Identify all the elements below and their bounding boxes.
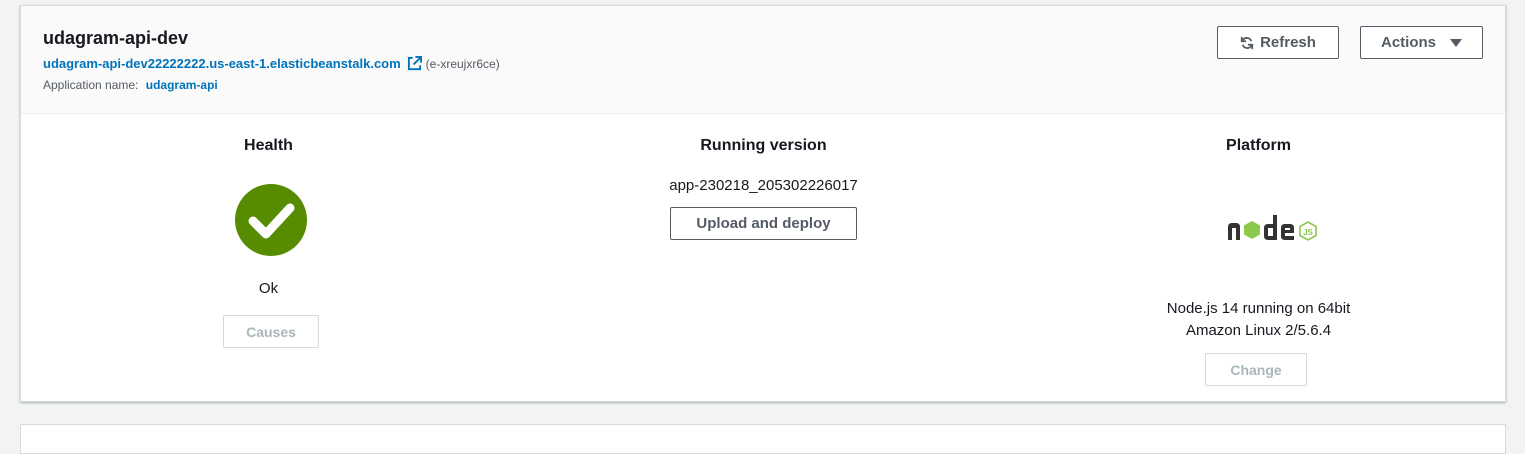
environment-url-row: udagram-api-dev22222222.us-east-1.elasti… [43,56,500,71]
actions-label: Actions [1380,34,1436,51]
application-label: Application name: [43,78,139,92]
actions-dropdown-button[interactable]: Actions [1360,26,1483,59]
environment-url-link[interactable]: udagram-api-dev22222222.us-east-1.elasti… [43,56,401,71]
application-row: Application name: udagram-api [43,78,218,92]
environment-id: (e-xreujxr6ce) [425,56,500,71]
environment-header: udagram-api-dev udagram-api-dev22222222.… [21,6,1505,114]
upload-and-deploy-button[interactable]: Upload and deploy [670,207,857,240]
health-status: Ok [258,280,279,297]
running-version-title: Running version [700,137,827,154]
running-version-section: Running version app-230218_205302226017 … [516,114,1011,402]
svg-text:JS: JS [1303,228,1313,237]
refresh-icon [1240,36,1254,50]
platform-section: Platform JS Node.js 14 running on 64bit … [1011,114,1506,402]
check-circle-icon [235,184,307,256]
platform-line-1: Node.js 14 running on 64bit [1166,300,1351,317]
health-section: Health Ok Causes [21,114,516,402]
running-version-label: app-230218_205302226017 [669,177,858,194]
change-platform-button[interactable]: Change [1205,353,1307,386]
refresh-label: Refresh [1260,34,1316,51]
causes-button[interactable]: Causes [223,315,319,348]
refresh-button[interactable]: Refresh [1217,26,1339,59]
application-name-link[interactable]: udagram-api [146,78,218,92]
health-title: Health [244,137,293,154]
platform-description: Node.js 14 running on 64bit Amazon Linux… [1011,298,1506,342]
lower-panel [20,424,1506,454]
environment-title: udagram-api-dev [43,28,189,48]
external-link-icon[interactable] [407,56,422,71]
caret-down-icon [1450,38,1462,47]
platform-line-2: Amazon Linux 2/5.6.4 [1185,322,1332,339]
environment-overview-panel: udagram-api-dev udagram-api-dev22222222.… [20,5,1506,402]
platform-title: Platform [1226,137,1291,154]
nodejs-logo-icon: JS [1226,212,1328,246]
